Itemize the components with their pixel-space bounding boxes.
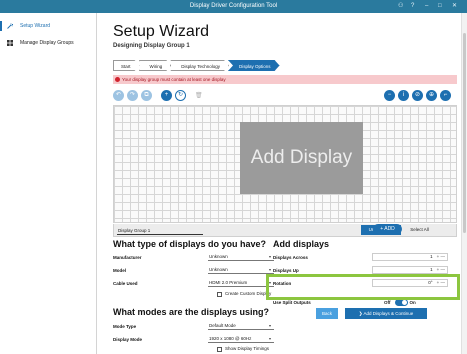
toggle-on-label: On xyxy=(409,300,416,305)
highlight-box xyxy=(266,274,460,300)
show-display-timings-checkbox[interactable]: Show Display Timings xyxy=(217,346,269,352)
checkbox-box xyxy=(217,346,222,352)
add-displays-heading: Add displays xyxy=(273,239,330,249)
sidebar-item-label: Manage Display Groups xyxy=(20,40,74,46)
scrollbar-thumb[interactable] xyxy=(463,33,466,233)
display-mode-select[interactable]: 1920 x 1080 @ 60Hz ▾ xyxy=(208,335,274,343)
display-type-heading: What type of displays do you have? xyxy=(113,239,267,249)
undo-icon[interactable]: ↶ xyxy=(113,90,124,101)
displays-up-stepper[interactable]: 1 + — xyxy=(372,266,448,274)
checkbox-label: Create Custom Display xyxy=(225,291,272,296)
cable-select[interactable]: HDMI 2.0 Premium ▾ xyxy=(208,279,274,287)
zoom-in-icon[interactable]: ⊕ xyxy=(426,90,437,101)
fit-icon[interactable]: ⌐ xyxy=(440,90,451,101)
stepper-value: 1 xyxy=(430,254,433,259)
canvas-footer: Display Group 1 Unlock View Select All xyxy=(113,224,457,237)
plus-minus-icon[interactable]: + — xyxy=(437,254,445,259)
displays-across-stepper[interactable]: 1 + — xyxy=(372,253,448,261)
checkbox-label: Show Display Timings xyxy=(225,346,270,351)
manufacturer-label: Manufacturer xyxy=(113,255,142,260)
mode-type-label: Mode Type xyxy=(113,324,137,329)
rotate-icon[interactable]: ↻ xyxy=(175,90,186,101)
cable-value: HDMI 2.0 Premium xyxy=(209,280,248,285)
no-overlap-icon[interactable]: ⊘ xyxy=(412,90,423,101)
manufacturer-select[interactable]: Unknown ▾ xyxy=(208,253,274,261)
manufacturer-value: Unknown xyxy=(209,254,228,259)
trash-icon[interactable]: 🗑 xyxy=(195,92,203,99)
model-value: Unknown xyxy=(209,267,228,272)
display-mode-label: Display Mode xyxy=(113,337,143,342)
add-display-placeholder[interactable]: Add Display xyxy=(240,122,363,194)
sidebar-item-setup-wizard[interactable]: Setup Wizard xyxy=(0,21,51,31)
checkbox-box xyxy=(217,291,222,297)
toggle-off-label: Off xyxy=(384,300,391,305)
window-title: Display Driver Configuration Tool xyxy=(189,3,278,9)
minimize-icon[interactable]: – xyxy=(425,2,428,10)
title-bar: Display Driver Configuration Tool ⚇ ? – … xyxy=(0,0,467,13)
maximize-icon[interactable]: □ xyxy=(438,2,442,10)
display-mode-value: 1920 x 1080 @ 60Hz xyxy=(209,336,252,341)
breadcrumb-step-display-options[interactable]: Display Options xyxy=(228,60,280,71)
breadcrumb: Start Wiring Display Technology Display … xyxy=(113,60,279,71)
mode-type-select[interactable]: Default Mode ▾ xyxy=(208,322,274,330)
close-icon[interactable]: ✕ xyxy=(452,2,457,10)
canvas-toolbar: ↶ ↷ ⧉ + ↻ 🗑 − i ⊘ ⊕ ⌐ xyxy=(113,89,457,105)
model-select[interactable]: Unknown ▾ xyxy=(208,266,274,274)
chevron-down-icon: ▾ xyxy=(268,336,271,341)
chevron-down-icon: ▾ xyxy=(268,254,271,259)
profile-icon[interactable]: ⚇ xyxy=(398,2,403,10)
stepper-value: 1 xyxy=(430,267,433,272)
displays-up-label: Displays Up xyxy=(273,268,299,273)
copy-icon[interactable]: ⧉ xyxy=(141,90,152,101)
page-subtitle: Designing Display Group 1 xyxy=(113,43,190,49)
displays-across-label: Displays Across xyxy=(273,255,308,260)
help-icon[interactable]: ? xyxy=(411,2,414,10)
wand-icon xyxy=(7,23,13,29)
sidebar: Setup Wizard Manage Display Groups xyxy=(0,13,97,354)
redo-icon[interactable]: ↷ xyxy=(127,90,138,101)
chevron-down-icon: ▾ xyxy=(268,323,271,328)
display-layout-canvas[interactable]: Add Display xyxy=(113,105,457,223)
main-content: Setup Wizard Designing Display Group 1 S… xyxy=(97,13,461,354)
zoom-out-icon[interactable]: − xyxy=(384,90,395,101)
create-custom-display-checkbox[interactable]: Create Custom Display xyxy=(217,291,271,297)
add-display-button[interactable]: + ADD xyxy=(373,224,402,234)
vertical-scrollbar[interactable] xyxy=(461,13,467,354)
plus-minus-icon[interactable]: + — xyxy=(437,267,445,272)
model-label: Model xyxy=(113,268,126,273)
add-icon[interactable]: + xyxy=(161,90,172,101)
plus-icon: + xyxy=(380,226,384,232)
breadcrumb-step-wiring[interactable]: Wiring xyxy=(139,60,172,71)
display-group-icon xyxy=(7,40,13,46)
toggle-switch[interactable] xyxy=(394,299,408,306)
add-displays-continue-button[interactable]: ❯ Add Displays & Continue xyxy=(345,308,427,319)
page-title: Setup Wizard xyxy=(113,23,210,40)
breadcrumb-step-display-technology[interactable]: Display Technology xyxy=(170,60,229,71)
modes-heading: What modes are the displays using? xyxy=(113,307,270,317)
add-button-label: ADD xyxy=(384,226,395,232)
continue-label: Add Displays & Continue xyxy=(363,311,414,316)
split-outputs-toggle[interactable]: Off On xyxy=(384,299,416,306)
alert-text: Your display group must contain at least… xyxy=(122,77,226,82)
sidebar-item-manage-display-groups[interactable]: Manage Display Groups xyxy=(7,38,74,48)
split-outputs-label: Use Split Outputs xyxy=(273,300,311,305)
breadcrumb-step-start[interactable]: Start xyxy=(113,60,140,71)
select-all-button[interactable]: Select All xyxy=(403,225,436,235)
chevron-down-icon: ▾ xyxy=(268,267,271,272)
error-icon xyxy=(115,77,120,82)
mode-type-value: Default Mode xyxy=(209,323,236,328)
cable-label: Cable Used xyxy=(113,281,138,286)
info-icon[interactable]: i xyxy=(398,90,409,101)
display-group-name-field[interactable]: Display Group 1 xyxy=(117,226,203,235)
sidebar-item-label: Setup Wizard xyxy=(20,23,51,29)
back-button[interactable]: Back xyxy=(316,308,338,319)
error-alert: Your display group must contain at least… xyxy=(113,75,457,84)
